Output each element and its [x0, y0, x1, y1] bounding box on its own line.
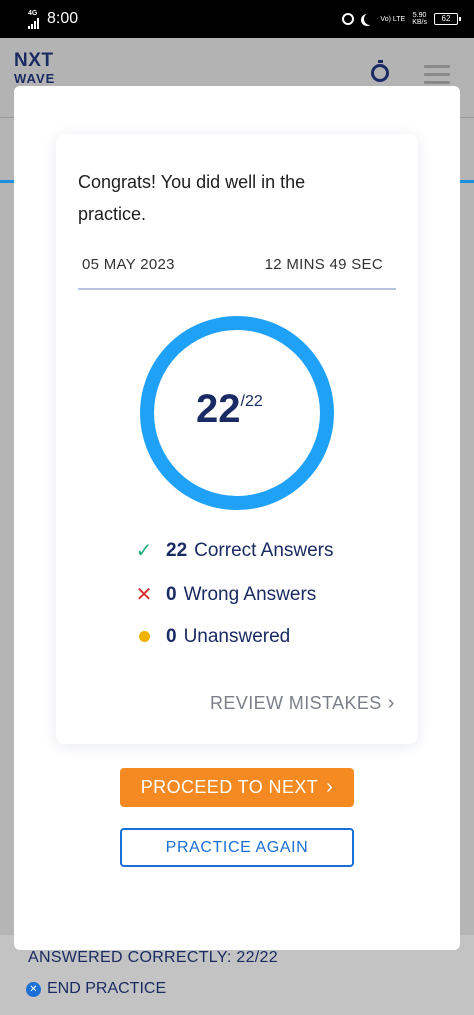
- wrong-answers-stat: ✕ 0 Wrong Answers: [132, 582, 317, 607]
- correct-count: 22: [166, 539, 188, 561]
- result-card: Congrats! You did well in the practice. …: [56, 134, 418, 744]
- stopwatch-icon[interactable]: [371, 60, 389, 82]
- do-not-disturb-icon: [364, 13, 376, 25]
- wrong-label: Wrong Answers: [183, 583, 317, 605]
- congrats-message: Congrats! You did well in the practice.: [78, 172, 306, 224]
- unanswered-label: Unanswered: [183, 625, 291, 647]
- proceed-to-next-button[interactable]: PROCEED TO NEXT ›: [120, 768, 354, 807]
- nxtwave-logo[interactable]: NXT WAVE: [14, 50, 55, 88]
- close-circle-icon: ✕: [26, 981, 41, 997]
- score-display: 22/22: [196, 387, 263, 432]
- practice-date: 05 MAY 2023: [82, 256, 175, 273]
- review-mistakes-link[interactable]: REVIEW MISTAKES ›: [210, 692, 395, 715]
- status-left: 4G 8:00: [28, 10, 78, 29]
- status-right: Vo) LTE 5.90 KB/s 62: [342, 12, 461, 26]
- end-practice-button[interactable]: ✕ END PRACTICE: [26, 980, 166, 998]
- answered-correctly-text: ANSWERED CORRECTLY: 22/22: [28, 949, 278, 966]
- logo-top: NXT: [14, 50, 54, 71]
- speed-unit: KB/s: [412, 19, 427, 26]
- proceed-label: PROCEED TO NEXT: [140, 777, 319, 797]
- chevron-right-icon: ›: [326, 776, 334, 798]
- correct-label: Correct Answers: [194, 539, 334, 561]
- cross-icon: ✕: [135, 584, 153, 606]
- screen: 4G 8:00 Vo) LTE 5.90 KB/s 62 NXT WAVE AN…: [0, 0, 474, 1015]
- status-bar: 4G 8:00 Vo) LTE 5.90 KB/s 62: [0, 0, 474, 38]
- score-value: 22: [196, 387, 241, 431]
- signal-icon: [28, 17, 39, 29]
- check-icon: ✓: [135, 540, 153, 562]
- background-tab-indicator: [460, 180, 474, 183]
- unanswered-stat: 0 Unanswered: [132, 625, 290, 648]
- volte-indicator: Vo) LTE: [380, 15, 406, 23]
- speed-value: 5.90: [412, 12, 427, 19]
- network-indicator: 4G: [28, 10, 39, 29]
- result-modal: Congrats! You did well in the practice. …: [14, 86, 460, 950]
- practice-again-label: PRACTICE AGAIN: [165, 838, 309, 856]
- battery-icon: 62: [434, 13, 461, 25]
- dot-icon: [132, 625, 156, 648]
- unanswered-count: 0: [166, 625, 177, 647]
- end-practice-label: END PRACTICE: [47, 980, 167, 997]
- alarm-icon: [342, 13, 355, 25]
- battery-level: 62: [441, 14, 451, 23]
- review-mistakes-label: REVIEW MISTAKES: [210, 693, 382, 713]
- clock: 8:00: [47, 10, 79, 27]
- network-type: 4G: [28, 9, 38, 17]
- practice-again-button[interactable]: PRACTICE AGAIN: [120, 828, 354, 867]
- background-tab-indicator: [0, 180, 14, 183]
- practice-meta: 05 MAY 2023 12 MINS 49 SEC: [78, 256, 396, 290]
- network-speed: 5.90 KB/s: [412, 12, 427, 26]
- practice-duration: 12 MINS 49 SEC: [264, 256, 383, 273]
- chevron-right-icon: ›: [387, 692, 395, 714]
- correct-answers-stat: ✓ 22 Correct Answers: [132, 538, 334, 563]
- wrong-count: 0: [166, 583, 177, 605]
- score-total: /22: [240, 393, 263, 410]
